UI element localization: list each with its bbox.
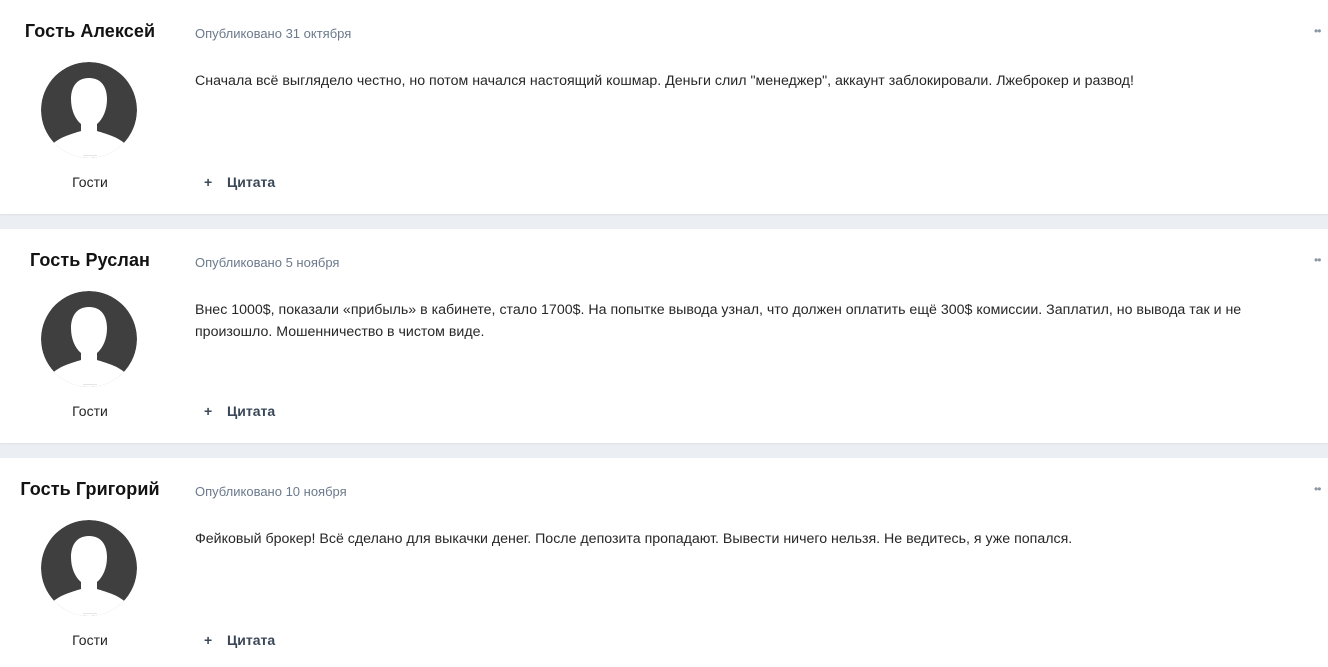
comment-post: Гость Алексей Гости Опубликовано 31 октя… bbox=[0, 0, 1328, 214]
author-name[interactable]: Гость Алексей bbox=[0, 21, 180, 42]
quote-label: Цитата bbox=[227, 632, 276, 648]
post-content: Фейковый брокер! Всё сделано для выкачки… bbox=[195, 531, 1073, 547]
quote-label: Цитата bbox=[227, 403, 276, 419]
avatar-divider bbox=[83, 384, 97, 385]
author-panel: Гость Алексей Гости bbox=[0, 0, 180, 214]
user-group: Гости bbox=[72, 632, 108, 648]
quote-button[interactable]: + Цитата bbox=[204, 403, 275, 419]
post-date[interactable]: Опубликовано 31 октября bbox=[195, 26, 351, 41]
more-options-icon[interactable]: •• bbox=[1314, 254, 1326, 266]
post-content: Сначала всё выглядело честно, но потом н… bbox=[195, 73, 1134, 89]
quote-button[interactable]: + Цитата bbox=[204, 632, 275, 648]
author-name[interactable]: Гость Руслан bbox=[0, 250, 180, 271]
author-panel: Гость Руслан Гости bbox=[0, 229, 180, 443]
user-group: Гости bbox=[72, 174, 108, 190]
more-options-icon[interactable]: •• bbox=[1314, 25, 1326, 37]
more-options-icon[interactable]: •• bbox=[1314, 483, 1326, 495]
quote-button[interactable]: + Цитата bbox=[204, 174, 275, 190]
avatar-divider bbox=[83, 155, 97, 156]
comment-feed: Гость Алексей Гости Опубликовано 31 октя… bbox=[0, 0, 1328, 667]
author-name[interactable]: Гость Григорий bbox=[0, 479, 180, 500]
plus-icon: + bbox=[204, 632, 213, 648]
avatar-divider bbox=[83, 613, 97, 614]
comment-post: Гость Руслан Гости Опубликовано 5 ноября… bbox=[0, 229, 1328, 443]
comment-post: Гость Григорий Гости Опубликовано 10 ноя… bbox=[0, 458, 1328, 667]
user-group: Гости bbox=[72, 403, 108, 419]
plus-icon: + bbox=[204, 174, 213, 190]
post-date[interactable]: Опубликовано 10 ноября bbox=[195, 484, 347, 499]
author-panel: Гость Григорий Гости bbox=[0, 458, 180, 667]
user-avatar-icon[interactable] bbox=[41, 291, 137, 387]
quote-label: Цитата bbox=[227, 174, 276, 190]
user-avatar-icon[interactable] bbox=[41, 62, 137, 158]
user-avatar-icon[interactable] bbox=[41, 520, 137, 616]
post-content: Внес 1000$, показали «прибыль» в кабинет… bbox=[195, 302, 1242, 340]
plus-icon: + bbox=[204, 403, 213, 419]
post-date[interactable]: Опубликовано 5 ноября bbox=[195, 255, 339, 270]
